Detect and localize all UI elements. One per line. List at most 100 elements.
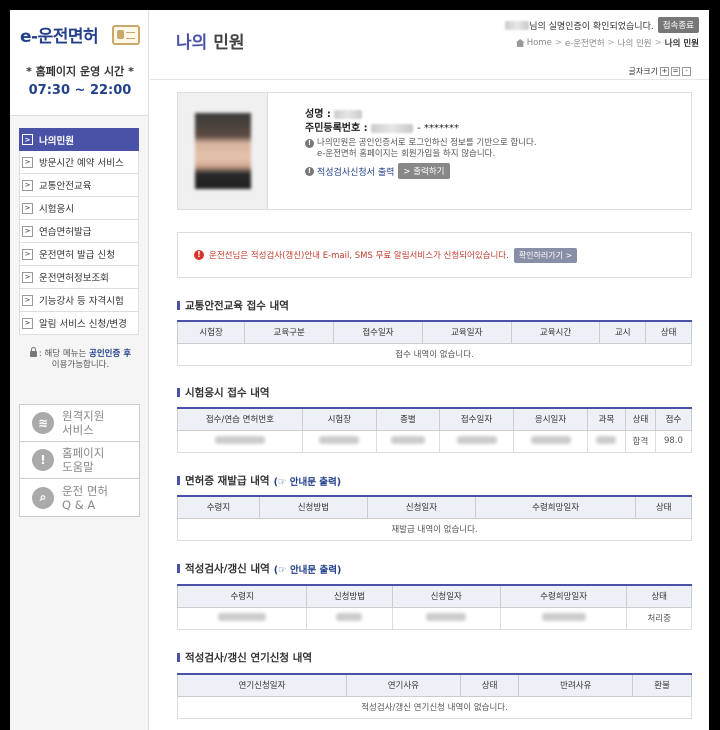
font-reset-button[interactable]: = [671, 67, 680, 76]
section-title: 면허증 재발급 내역 (☞ 안내문 출력) [177, 473, 341, 488]
home-icon [515, 39, 525, 47]
reg-number-row: 주민등록번호 : - ******* [305, 123, 459, 134]
section-title: 적성검사/갱신 내역 (☞ 안내문 출력) [177, 561, 341, 576]
sidebar-item-visit-reservation[interactable]: > 방문시간 예약 서비스 [19, 151, 139, 174]
notification-alert: ! 운전선님은 적성검사(갱신)안내 E-mail, SMS 무료 알림서비스가… [177, 232, 692, 278]
info-icon: ! [305, 166, 314, 176]
hours-label: * 홈페이지 운영 시간 * [26, 65, 134, 78]
column-header: 종별 [375, 407, 441, 431]
site-logo[interactable]: e-운전면허 [20, 22, 99, 47]
browser-page: e-운전면허 * 홈페이지 운영 시간 * 07:30 ~ 22:00 > 나의민… [10, 10, 709, 730]
traffic-education-table: 시험장 교육구분 접수일자 교육일자 교육시간 교시 상태 접수 내역이 없습니… [176, 320, 692, 366]
profile-notes: ! 나의민원은 공인인증서로 로그인하신 정보를 기반으로 합니다. e-운전면허… [305, 138, 537, 160]
column-header: 상태 [459, 673, 520, 697]
column-header: 접수일자 [438, 407, 515, 431]
homepage-help-link[interactable]: ! 홈페이지 도움말 [20, 442, 139, 479]
font-increase-button[interactable]: + [660, 67, 669, 76]
column-header: 시험장 [301, 407, 377, 431]
notice-print-link[interactable]: (☞ 안내문 출력) [274, 474, 342, 488]
column-header: 수령지 [176, 584, 308, 608]
sidebar-item-my-civil[interactable]: > 나의민원 [19, 128, 139, 151]
column-header: 연기사유 [345, 673, 461, 697]
print-label[interactable]: 적성검사신청서 출력 [317, 165, 394, 178]
sidebar: e-운전면허 * 홈페이지 운영 시간 * 07:30 ~ 22:00 > 나의민… [10, 10, 149, 730]
remote-support-link[interactable]: ≋ 원격지원 서비스 [20, 405, 139, 442]
column-header: 반려사유 [518, 673, 634, 697]
sidebar-item-license-info[interactable]: > 운전면허정보조회 [19, 266, 139, 289]
wifi-icon: ≋ [32, 412, 54, 434]
sidebar-item-label: 연습면허발급 [39, 227, 92, 238]
table-row: 적성검사/갱신 연기신청 내역이 없습니다. [177, 695, 692, 719]
license-qa-link[interactable]: ⌕ 운전 면허 Q & A [20, 479, 139, 516]
section-title: 교통안전교육 접수 내역 [177, 298, 289, 313]
column-header: 수령희망일자 [474, 495, 637, 519]
sidebar-item-label: 나의민원 [39, 135, 74, 147]
column-header: 상태 [626, 584, 692, 608]
page-title: 나의 민원 [176, 33, 245, 53]
login-info: 님의 실명인증이 확인되었습니다. 접속종료 [505, 17, 699, 33]
column-header: 교시 [599, 320, 647, 344]
table-row: 처리중 [176, 606, 692, 630]
profile-card: 성명 : 주민등록번호 : - ******* ! 나의민원은 공인인증서로 로그… [177, 92, 692, 210]
breadcrumb: Home > e-운전면허 > 나의 민원 > 나의 민원 [515, 37, 699, 49]
exam-table: 접수/연습 면허번호 시험장 종별 접수일자 응시일자 과목 상태 점수 합격 … [177, 407, 693, 453]
column-header: 시험장 [176, 320, 246, 344]
notice-print-link[interactable]: (☞ 안내문 출력) [274, 562, 342, 576]
lock-note: : 해당 메뉴는 공인인증 후 이용가능합니다. [22, 346, 139, 371]
chevron-right-icon: > [22, 156, 33, 168]
column-header: 신청방법 [306, 584, 393, 608]
sidebar-item-label: 방문시간 예약 서비스 [39, 158, 124, 169]
sidebar-item-label: 기능강사 등 자격시험 [39, 296, 124, 307]
column-header: 수령희망일자 [499, 584, 628, 608]
column-header: 접수일자 [333, 320, 423, 344]
photo-frame [178, 93, 268, 209]
sidebar-item-practice-license[interactable]: > 연습면허발급 [19, 220, 139, 243]
sidebar-item-traffic-education[interactable]: > 교통안전교육 [19, 174, 139, 197]
logout-button[interactable]: 접속종료 [657, 17, 699, 33]
breadcrumb-current: 나의 민원 [664, 39, 699, 49]
header: 나의 민원 님의 실명인증이 확인되었습니다. 접속종료 Home > e-운전면… [150, 10, 709, 80]
check-notification-button[interactable]: 확인하러가기 > [513, 247, 578, 263]
reg-number-redacted [371, 123, 414, 133]
warning-icon: ! [194, 250, 204, 260]
breadcrumb-home[interactable]: Home [527, 38, 552, 48]
font-decrease-button[interactable]: - [682, 67, 691, 76]
alert-icon: ! [32, 449, 54, 471]
magnifier-icon: ⌕ [32, 486, 54, 509]
breadcrumb-my-civil[interactable]: 나의 민원 [618, 37, 652, 49]
breadcrumb-e-license[interactable]: e-운전면허 [565, 37, 605, 49]
logo-area: e-운전면허 * 홈페이지 운영 시간 * 07:30 ~ 22:00 [10, 10, 148, 116]
sidebar-menu: > 나의민원 > 방문시간 예약 서비스 > 교통안전교육 > 시험응시 > 연습면허발급… [10, 128, 148, 335]
column-header: 연기신청일자 [177, 673, 347, 697]
column-header: 응시일자 [513, 407, 589, 431]
chevron-right-icon: > [22, 271, 33, 283]
column-header: 수령지 [177, 495, 260, 519]
user-name-redacted [505, 20, 530, 30]
sidebar-item-exam[interactable]: > 시험응시 [19, 197, 139, 220]
table-row: 접수 내역이 없습니다. [177, 342, 692, 366]
section-title: 적성검사/갱신 연기신청 내역 [177, 650, 312, 665]
column-header: 교육구분 [244, 320, 335, 344]
column-header: 신청방법 [258, 495, 368, 519]
table-row: 재발급 내역이 없습니다. [177, 517, 692, 541]
name-redacted [334, 109, 363, 119]
aptitude-test-table: 수령지 신청방법 신청일자 수령희망일자 상태 처리중 [176, 584, 692, 630]
chevron-right-icon: > [22, 179, 33, 191]
chevron-right-icon: > [22, 248, 33, 260]
font-size-control: 글자크기 + = - [629, 66, 691, 77]
main-content: 나의 민원 님의 실명인증이 확인되었습니다. 접속종료 Home > e-운전면… [150, 10, 709, 730]
service-links: ≋ 원격지원 서비스 ! 홈페이지 도움말 ⌕ 운전 면허 Q & A [19, 404, 140, 517]
column-header: 교육시간 [510, 320, 601, 344]
print-button[interactable]: > 출력하기 [398, 163, 450, 179]
chevron-right-icon: > [22, 225, 33, 237]
sidebar-item-notification[interactable]: > 알림 서비스 신청/변경 [19, 312, 139, 335]
sidebar-item-license-issue[interactable]: > 운전면허 발급 신청 [19, 243, 139, 266]
reissue-table: 수령지 신청방법 신청일자 수령희망일자 상태 재발급 내역이 없습니다. [177, 495, 692, 541]
column-header: 접수/연습 면허번호 [177, 407, 303, 431]
sidebar-item-label: 교통안전교육 [39, 181, 92, 192]
chevron-right-icon: > [22, 202, 33, 214]
info-icon: ! [305, 139, 314, 148]
hours-time: 07:30 ~ 22:00 [28, 83, 132, 98]
lock-icon [29, 346, 37, 357]
sidebar-item-instructor-exam[interactable]: > 기능강사 등 자격시험 [19, 289, 139, 312]
